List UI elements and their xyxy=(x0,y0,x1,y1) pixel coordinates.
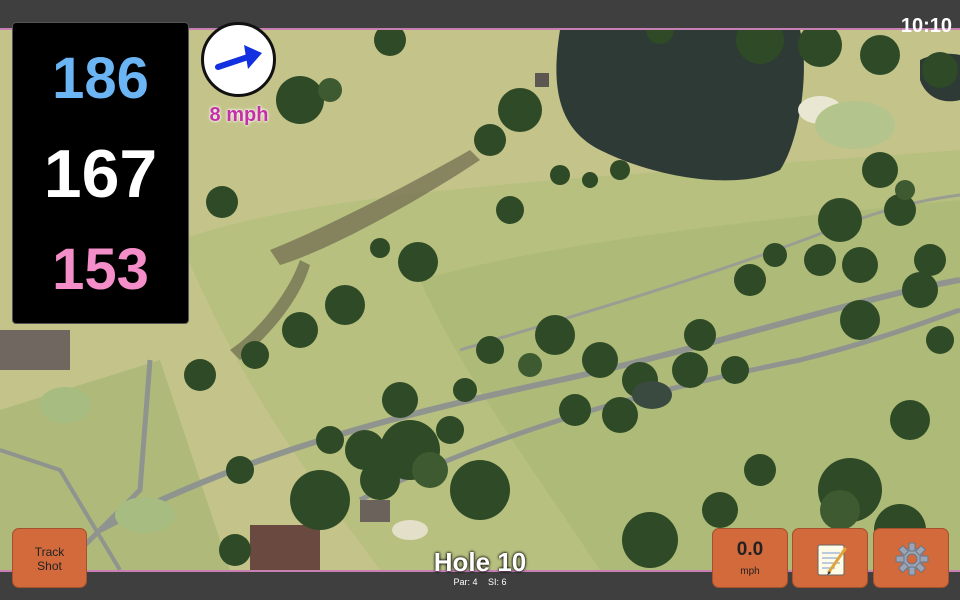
center-yardage: 167 xyxy=(43,136,158,212)
track-shot-button[interactable]: Track Shot xyxy=(12,528,87,588)
front-yardage: 153 xyxy=(52,237,149,302)
clock-time: 10:10 xyxy=(900,15,952,37)
track-shot-label-line1: Track xyxy=(34,545,65,559)
speed-unit: mph xyxy=(740,566,760,577)
settings-button[interactable] xyxy=(873,528,949,588)
gear-icon xyxy=(895,542,929,576)
track-shot-label-line2: Shot xyxy=(37,559,62,573)
hole-info: Par: 4 SI: 6 xyxy=(400,577,560,587)
hole-par: Par: 4 xyxy=(453,577,478,587)
right-arrow-icon xyxy=(215,45,262,70)
hole-stroke-index: SI: 6 xyxy=(488,577,507,587)
yardage-panel: 186 167 153 xyxy=(12,22,189,324)
wind-direction-indicator xyxy=(201,22,276,97)
notes-button[interactable] xyxy=(792,528,868,588)
notepad-icon xyxy=(817,544,847,576)
speed-value: 0.0 xyxy=(736,539,764,560)
back-yardage: 186 xyxy=(52,46,149,111)
hole-title: Hole 10 xyxy=(433,547,527,577)
wind-speed-label: 8 mph xyxy=(209,104,269,126)
speed-button[interactable]: 0.0 mph xyxy=(712,528,788,588)
